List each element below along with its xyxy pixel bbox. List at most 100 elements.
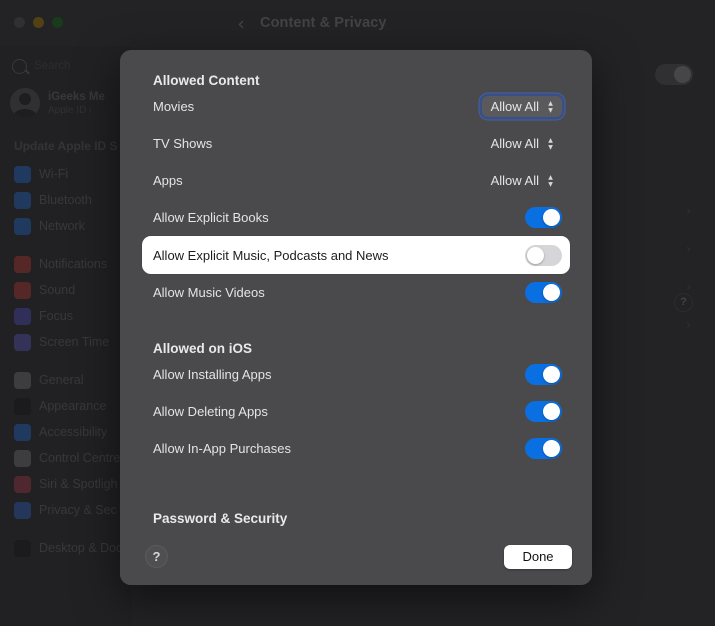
question-mark-icon[interactable]: ?	[146, 546, 167, 567]
notifications-icon	[14, 255, 31, 273]
setting-row[interactable]: TV Shows Allow All ▲ ▼	[120, 125, 592, 162]
setting-row[interactable]: Allow Explicit Books	[120, 199, 592, 236]
sidebar-item-label: Desktop & Doc	[39, 541, 123, 555]
sidebar-item-accessibility[interactable]: Accessibility	[8, 419, 132, 445]
toggle-allow-music-videos[interactable]	[525, 282, 562, 303]
setting-row[interactable]: Allow Deleting Apps	[120, 393, 592, 430]
setting-label: Movies	[153, 99, 195, 114]
setting-label: TV Shows	[153, 136, 213, 151]
toggle-knob	[543, 284, 560, 301]
update-apple-id-banner[interactable]: Update Apple ID S	[14, 139, 118, 153]
chevron-right-icon[interactable]: ›	[686, 204, 691, 218]
network-icon	[14, 217, 31, 235]
siri-icon	[14, 475, 31, 493]
sheet-footer: ? Done	[120, 528, 592, 585]
search-input[interactable]: Search	[8, 55, 124, 77]
sidebar-item-label: Network	[39, 219, 85, 233]
toggle-knob	[543, 209, 560, 226]
sidebar-nav-list: Wi-Fi Bluetooth Network Notifications Sound F…	[8, 161, 132, 561]
setting-label: Allow In-App Purchases	[153, 441, 292, 456]
background-toggle[interactable]	[655, 64, 693, 85]
sidebar-account[interactable]: iGeeks Me Apple ID ›	[10, 88, 130, 118]
question-mark-icon[interactable]: ?	[674, 293, 693, 312]
sidebar-item-label: Wi-Fi	[39, 167, 69, 181]
screen-time-icon	[14, 333, 31, 351]
appearance-icon	[14, 397, 31, 415]
toggle-knob	[543, 366, 560, 383]
sidebar-item-label: Appearance	[39, 399, 107, 413]
setting-row[interactable]: Apps Allow All ▲ ▼	[120, 162, 592, 199]
window-titlebar: ‹ Content & Privacy	[0, 0, 715, 46]
traffic-lights[interactable]	[14, 17, 63, 28]
sidebar-item-privacy-sec[interactable]: Privacy & Sec	[8, 497, 132, 523]
chevron-right-icon[interactable]: ›	[686, 242, 691, 256]
section-header: Allowed Content	[153, 73, 260, 88]
sidebar-item-wi-fi[interactable]: Wi-Fi	[8, 161, 132, 187]
sidebar-item-label: General	[39, 373, 84, 387]
done-button[interactable]: Done	[504, 544, 572, 569]
sidebar-item-notifications[interactable]: Notifications	[8, 251, 132, 277]
sidebar-item-label: Accessibility	[39, 425, 108, 439]
content-restrictions-sheet: Allowed Content Movies Allow All ▲ ▼ TV Shows…	[120, 50, 592, 585]
sidebar-item-general[interactable]: General	[8, 367, 132, 393]
toggle-allow-deleting-apps[interactable]	[525, 401, 562, 422]
sound-icon	[14, 281, 31, 299]
chevron-right-icon[interactable]: ›	[686, 280, 691, 294]
cutoff-section-header: Password & Security	[153, 511, 288, 526]
sidebar-item-desktop-doc[interactable]: Desktop & Doc	[8, 535, 132, 561]
toggle-knob	[527, 246, 544, 264]
dropdown-value: Allow All	[490, 99, 539, 114]
setting-row[interactable]: Allow In-App Purchases	[120, 430, 592, 467]
toggle-allow-explicit-books[interactable]	[525, 207, 562, 228]
chevron-left-icon[interactable]: ‹	[232, 14, 250, 34]
search-placeholder: Search	[34, 60, 71, 72]
sheet-scroll-area[interactable]: Allowed Content Movies Allow All ▲ ▼ TV Shows…	[120, 50, 592, 528]
chevron-up-down-icon: ▲ ▼	[548, 136, 553, 151]
setting-label: Allow Explicit Music, Podcasts and News	[153, 247, 389, 263]
sidebar-item-bluetooth[interactable]: Bluetooth	[8, 187, 132, 213]
setting-row[interactable]: Allow Music Videos	[120, 274, 592, 311]
account-name: iGeeks Me	[48, 90, 105, 103]
close-button[interactable]	[14, 17, 25, 28]
sidebar-item-focus[interactable]: Focus	[8, 303, 132, 329]
sidebar: Search iGeeks Me Apple ID › Update Apple …	[0, 46, 133, 626]
sidebar-item-label: Focus	[39, 309, 74, 323]
chevron-up-down-icon: ▲ ▼	[548, 173, 553, 188]
toggle-knob	[543, 440, 560, 457]
chevron-right-icon[interactable]: ›	[686, 318, 691, 332]
dropdown-tv-shows[interactable]: Allow All ▲ ▼	[482, 133, 562, 154]
highlighted-setting-row[interactable]: Allow Explicit Music, Podcasts and News	[142, 236, 570, 274]
sidebar-item-label: Privacy & Sec	[39, 503, 117, 517]
sidebar-item-label: Siri & Spotligh	[39, 477, 118, 491]
sidebar-item-siri-spotligh[interactable]: Siri & Spotligh	[8, 471, 132, 497]
toggle-allow-explicit-music-podcasts-and-news[interactable]	[525, 244, 562, 266]
sidebar-item-screen-time[interactable]: Screen Time	[8, 329, 132, 355]
toggle-allow-installing-apps[interactable]	[525, 364, 562, 385]
dropdown-value: Allow All	[490, 136, 539, 151]
dropdown-movies[interactable]: Allow All ▲ ▼	[481, 96, 562, 117]
setting-label: Allow Explicit Books	[153, 210, 269, 225]
search-icon	[12, 58, 27, 74]
sidebar-item-network[interactable]: Network	[8, 213, 132, 239]
setting-label: Allow Music Videos	[153, 285, 265, 300]
zoom-button[interactable]	[52, 17, 63, 28]
setting-row[interactable]: Allow Installing Apps	[120, 356, 592, 393]
section-header: Allowed on iOS	[153, 341, 253, 356]
control-centre-icon	[14, 449, 31, 467]
sidebar-item-sound[interactable]: Sound	[8, 277, 132, 303]
sidebar-item-control-centre[interactable]: Control Centre	[8, 445, 132, 471]
toggle-allow-in-app-purchases[interactable]	[525, 438, 562, 459]
general-icon	[14, 371, 31, 389]
setting-label: Allow Installing Apps	[153, 367, 272, 382]
privacy-icon	[14, 501, 31, 519]
sidebar-item-label: Bluetooth	[39, 193, 92, 207]
setting-row[interactable]: Movies Allow All ▲ ▼	[120, 88, 592, 125]
minimize-button[interactable]	[33, 17, 44, 28]
sidebar-item-label: Screen Time	[39, 335, 110, 349]
sidebar-item-appearance[interactable]: Appearance	[8, 393, 132, 419]
bluetooth-icon	[14, 191, 31, 209]
setting-label: Allow Deleting Apps	[153, 404, 268, 419]
chevron-right-icon: ›	[88, 104, 92, 115]
accessibility-icon	[14, 423, 31, 441]
dropdown-apps[interactable]: Allow All ▲ ▼	[482, 170, 562, 191]
